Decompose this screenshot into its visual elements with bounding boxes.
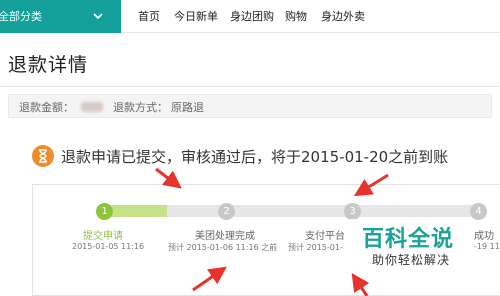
watermark-subtitle: 助你轻松解决 bbox=[372, 253, 451, 267]
category-menu-label: 全部分类 bbox=[0, 10, 42, 23]
step-4-marker: 4 bbox=[470, 203, 487, 220]
refund-amount-value-redacted bbox=[81, 102, 103, 112]
step-3-label: 支付平台 bbox=[305, 231, 345, 242]
progress-track-pending bbox=[167, 205, 480, 217]
watermark-title: 百科全说 bbox=[362, 227, 455, 252]
nav-item-shopping[interactable]: 购物 bbox=[285, 0, 307, 33]
chevron-down-icon bbox=[93, 13, 103, 20]
step-4-label: 成功 bbox=[474, 231, 494, 242]
arrow-annotation bbox=[155, 167, 182, 189]
nav-item-today-new[interactable]: 今日新单 bbox=[174, 0, 218, 33]
step-3-time: 预计 2015-01- bbox=[288, 243, 343, 252]
step-1-marker: 1 bbox=[96, 203, 113, 220]
top-nav: 全部分类 首页 今日新单 身边团购 购物 身边外卖 bbox=[0, 0, 500, 33]
refund-info-bar: 退款金额： 退款方式： 原路退 bbox=[8, 94, 492, 118]
step-2-marker: 2 bbox=[218, 203, 235, 220]
watermark-logo: 百科全说 助你轻松解决 bbox=[350, 219, 470, 271]
progress-track-complete bbox=[105, 205, 167, 217]
refund-method-value: 原路退 bbox=[171, 101, 204, 114]
refund-amount-label: 退款金额： bbox=[19, 101, 74, 114]
nav-item-nearby-deals[interactable]: 身边团购 bbox=[230, 0, 274, 33]
nav-item-home[interactable]: 首页 bbox=[138, 0, 160, 33]
nav-item-takeout[interactable]: 身边外卖 bbox=[321, 0, 365, 33]
step-3-marker: 3 bbox=[344, 203, 361, 220]
step-4-time: -19 11 bbox=[474, 242, 500, 251]
step-2-label: 美团处理完成 bbox=[195, 231, 255, 242]
step-1-label: 提交申请 bbox=[83, 231, 123, 242]
page-title: 退款详情 bbox=[8, 54, 89, 76]
hourglass-icon bbox=[32, 145, 54, 167]
step-2-time: 预计 2015-01-06 11:16 之前 bbox=[168, 243, 278, 252]
category-menu-button[interactable]: 全部分类 bbox=[0, 0, 121, 33]
step-1-time: 2015-01-05 11:16 bbox=[72, 242, 145, 251]
divider bbox=[0, 86, 500, 87]
refund-status-message: 退款申请已提交，审核通过后，将于2015-01-20之前到账 bbox=[61, 148, 449, 166]
refund-method-label: 退款方式： bbox=[113, 101, 168, 114]
